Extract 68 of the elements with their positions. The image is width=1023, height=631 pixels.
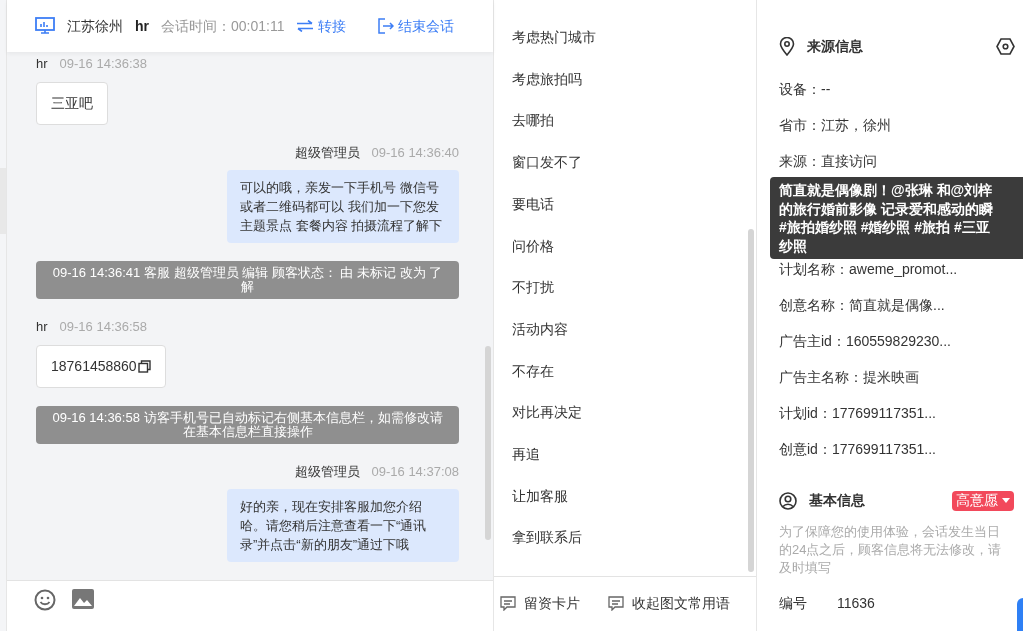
info-row-text: 广告主名称：提米映画 [779, 368, 920, 387]
message-time: 09-16 14:36:38 [59, 55, 148, 73]
scrollbar[interactable] [748, 229, 754, 572]
copy-icon[interactable] [137, 359, 151, 373]
system-notice: 09-16 14:36:58 访客手机号已自动标记右侧基本信息栏，如需修改请在基本信息栏直接操作 [36, 405, 459, 444]
lead-card-button[interactable]: 留资卡片 [500, 593, 580, 614]
location-pin-icon [779, 37, 795, 56]
sender-name: 超级管理员 [294, 143, 360, 162]
hexagon-settings-icon[interactable] [996, 38, 1015, 55]
quick-reply-item[interactable]: 再追 [512, 444, 748, 465]
message-icon [500, 596, 516, 611]
message-time: 09-16 14:37:08 [371, 462, 459, 481]
message-bubble: 可以的哦，亲发一下手机号 微信号或者二维码都可以 我们加一下您发主题景点 套餐内容 拍摄流程了解下 [227, 170, 459, 243]
field-label: 编号 [779, 594, 807, 613]
field-value: 11636 [837, 594, 875, 613]
quick-reply-item[interactable]: 去哪拍 [512, 110, 748, 132]
quick-reply-item[interactable]: 考虑旅拍吗 [512, 68, 748, 90]
swap-icon [296, 20, 315, 32]
user-circle-icon [779, 491, 797, 510]
scrollbar[interactable] [485, 346, 491, 540]
info-row-text: 计划名称：aweme_promot... [779, 260, 959, 279]
tooltip-text: 的旅行婚前影像 记录爱和感动的瞬 [779, 199, 993, 218]
quick-reply-item[interactable]: 问价格 [512, 235, 748, 257]
info-row-text: 创意名称：简直就是偶像... [779, 296, 946, 315]
sender-name: hr [36, 318, 48, 336]
info-row-text: 计划id：177699117351... [779, 404, 937, 423]
quick-reply-item[interactable]: 不存在 [512, 360, 748, 382]
collapse-phrases-button[interactable]: 收起图文常用语 [608, 593, 730, 614]
session-time: 会话时间：00:01:11 [161, 16, 285, 36]
tooltip-text: #旅拍婚纱照 #婚纱照 #旅拍 #三亚 [779, 218, 990, 237]
floating-button[interactable] [1017, 598, 1023, 631]
system-notice: 09-16 14:36:41 客服 超级管理员 编辑 顾客状态： 由 未标记 改为 了解 [36, 261, 459, 299]
notice-text: 为了保障您的使用体验，会话发生当日的24点之后，顾客信息将无法修改，请及时填写 [779, 523, 1003, 577]
message-bubble: 好的亲，现在安排客服加您介绍哈。请您稍后注意查看一下“通讯录”并点击“新的朋友”通过下哦 [227, 489, 459, 562]
visitor-name: hr [135, 16, 149, 36]
end-session-button[interactable]: 结束会话 [378, 15, 455, 37]
quick-reply-item[interactable]: 活动内容 [512, 318, 748, 340]
emoji-icon[interactable] [34, 589, 56, 611]
sender-name: hr [36, 55, 48, 73]
quick-reply-item[interactable]: 窗口发不了 [512, 152, 748, 173]
quick-reply-item[interactable]: 不打扰 [512, 277, 748, 298]
image-icon[interactable] [72, 589, 94, 609]
transfer-button[interactable]: 转接 [296, 15, 347, 37]
message-time: 09-16 14:36:58 [59, 318, 148, 336]
info-row-text: 广告主id：160559829230... [779, 332, 952, 351]
quick-reply-item[interactable]: 要电话 [512, 193, 748, 215]
info-row-text: 来源：直接访问 [779, 152, 878, 171]
message-icon [608, 596, 624, 611]
info-row-text: 创意id：177699117351... [779, 440, 937, 459]
message-text: 18761458860 [51, 356, 137, 376]
quick-reply-item[interactable]: 让加客服 [512, 485, 748, 507]
info-row-text: 省市：江苏，徐州 [779, 116, 892, 135]
monitor-icon [35, 17, 55, 35]
intent-tag-dropdown[interactable]: 高意愿 [952, 490, 1014, 511]
quick-reply-item[interactable]: 考虑热门城市 [512, 27, 748, 48]
quick-reply-item[interactable]: 对比再决定 [512, 402, 748, 424]
caret-icon [1002, 498, 1010, 503]
sender-name: 超级管理员 [294, 462, 360, 481]
exit-icon [378, 18, 395, 34]
message-time: 09-16 14:36:40 [371, 143, 459, 162]
message-text: 三亚吧 [51, 93, 93, 113]
visitor-location: 江苏徐州 [67, 16, 123, 36]
tooltip-text: 纱照 [779, 236, 807, 255]
quick-reply-item[interactable]: 拿到联系后 [512, 527, 748, 549]
info-row-text: 设备：-- [779, 80, 832, 99]
tooltip-text: 简直就是偶像剧！@张琳 和@刘梓 [779, 181, 993, 200]
section-title: 基本信息 [809, 491, 865, 510]
section-title: 来源信息 [807, 37, 863, 56]
